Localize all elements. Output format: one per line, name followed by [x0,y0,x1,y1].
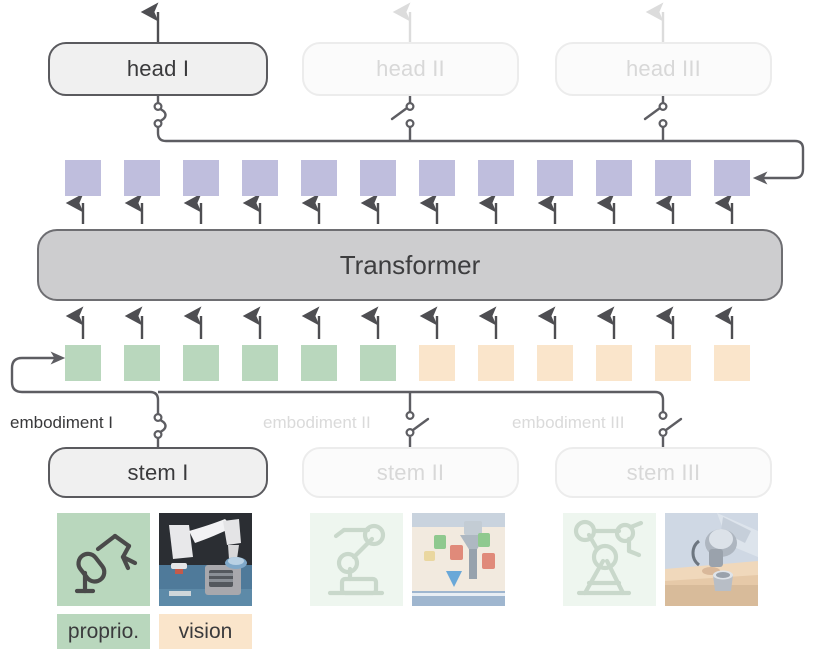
proprio-token [301,345,337,381]
output-token [478,160,514,196]
embodiment-1-label: embodiment I [10,413,113,432]
vision-token [714,345,750,381]
stem-1-label: stem I [127,459,189,485]
stem-2-switch-terminal-bottom[interactable] [405,428,415,438]
transformer-label: Transformer [339,249,481,280]
stem-1-switch-terminal-bottom[interactable] [153,430,163,440]
stem-2-label: stem II [376,459,445,485]
output-token [714,160,750,196]
stem-3-label: stem III [626,459,701,485]
proprio-token [65,345,101,381]
head-1-switch-terminal-top[interactable] [153,101,163,111]
output-token [124,160,160,196]
stem-2-switch-terminal-top[interactable] [405,411,415,421]
figure-canvas: head I head II head III Transformer embo… [0,0,824,660]
stem-1-switch-closed-link [157,417,167,435]
output-token [183,160,219,196]
transformer-to-output-arrows [65,193,734,224]
head-3-label: head III [626,56,701,81]
stem-3-switch-terminal-top[interactable] [658,411,668,421]
stem-1-box[interactable]: stem I [48,447,268,498]
vision-token [596,345,632,381]
stem-1-switch-terminal-top[interactable] [153,413,163,423]
transformer-block[interactable]: Transformer [37,229,783,301]
input-to-transformer-arrows [65,306,734,339]
head-2-switch-open-lever[interactable] [390,106,409,121]
stem-3-box[interactable]: stem III [555,447,772,498]
proprio-text: proprio. [67,619,140,643]
real-robot-toaster-photo-1 [159,513,252,606]
head-output-arrows [140,2,665,44]
head-1-label: head I [126,56,190,81]
output-token [65,160,101,196]
head-1-box[interactable]: head I [48,42,268,96]
modality-label-proprio: proprio. [57,614,150,649]
real-robot-kettle-photo-3 [665,513,758,606]
output-token [360,160,396,196]
stem-2-box[interactable]: stem II [302,447,519,498]
head-3-switch-terminal-bottom[interactable] [658,118,668,128]
stem-3-switch-terminal-bottom[interactable] [658,428,668,438]
robot-arm-icon-2 [310,513,403,606]
proprio-token [242,345,278,381]
stem-bus [10,351,683,448]
embodiment-2-label: embodiment II [263,413,371,432]
embodiment-3-label: embodiment III [512,413,625,432]
output-token [301,160,337,196]
vision-text: vision [178,619,233,643]
robot-arm-icon-1 [57,513,150,606]
proprio-token [360,345,396,381]
head-3-box[interactable]: head III [555,42,772,96]
robot-arm-icon-3 [563,513,656,606]
vision-token [537,345,573,381]
head-3-switch-terminal-top[interactable] [658,101,668,111]
head-2-box[interactable]: head II [302,42,519,96]
head-1-switch-closed-link [157,106,167,124]
sim-blocks-photo-2 [412,513,505,606]
vision-token [655,345,691,381]
head-2-switch-terminal-top[interactable] [405,101,415,111]
output-token [655,160,691,196]
modality-label-vision: vision [159,614,252,649]
stem-2-switch-open-lever[interactable] [411,417,430,432]
vision-token [419,345,455,381]
stem-3-switch-open-lever[interactable] [664,417,683,432]
head-3-switch-open-lever[interactable] [643,106,662,121]
output-token [537,160,573,196]
stem-bus-segment-b [410,390,665,412]
vision-token [478,345,514,381]
proprio-token [183,345,219,381]
output-token [419,160,455,196]
output-token [596,160,632,196]
head-2-label: head II [376,56,445,81]
output-token [242,160,278,196]
head-2-switch-terminal-bottom[interactable] [405,118,415,128]
head-1-switch-terminal-bottom[interactable] [153,118,163,128]
proprio-token [124,345,160,381]
